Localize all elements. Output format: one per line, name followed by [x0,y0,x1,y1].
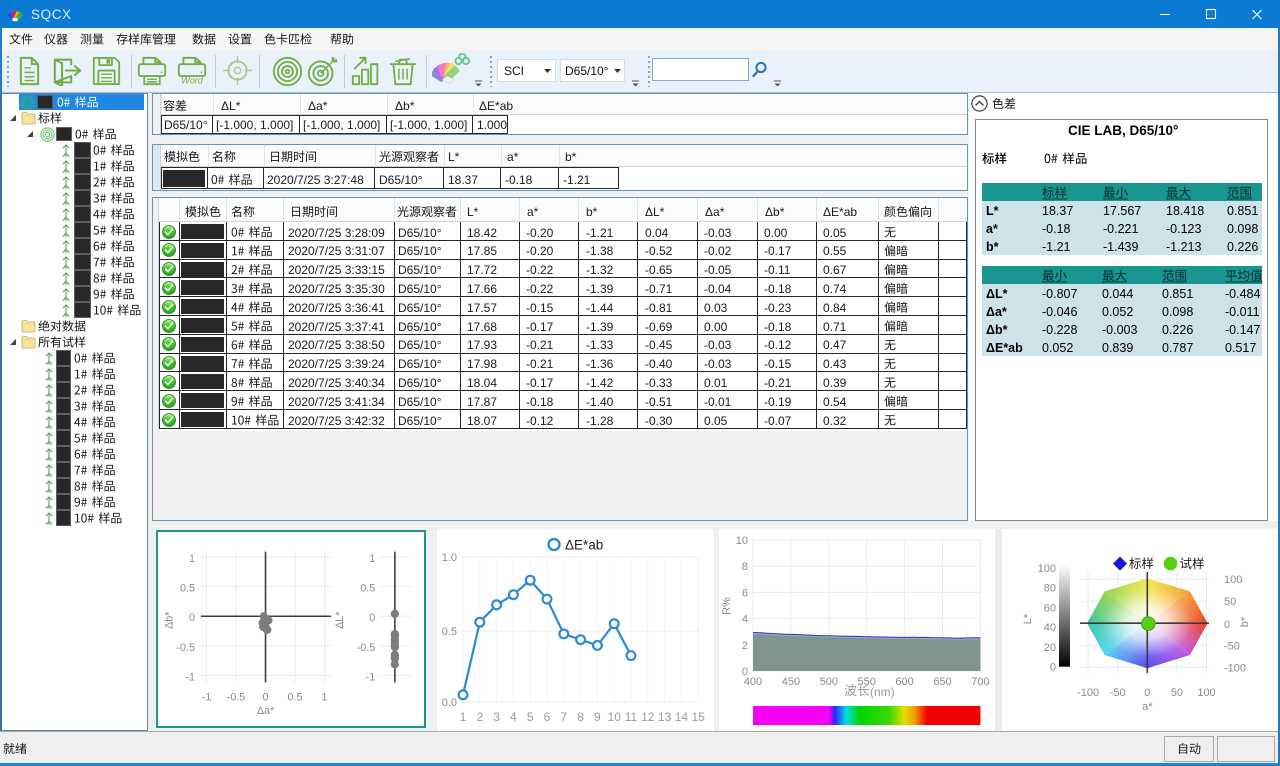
svg-text:6: 6 [742,587,748,599]
svg-text:-50: -50 [1110,687,1126,699]
svg-text:R%: R% [721,597,733,615]
svg-text:40: 40 [1044,622,1056,634]
svg-text:0.5: 0.5 [360,582,375,594]
svg-text:0: 0 [1144,687,1150,699]
svg-text:-50: -50 [1224,641,1240,653]
svg-text:-0.5: -0.5 [176,642,195,654]
svg-text:0.5: 0.5 [442,626,457,638]
svg-text:0.5: 0.5 [288,692,303,704]
svg-text:1: 1 [322,692,328,704]
svg-text:0: 0 [1050,662,1056,674]
svg-text:5: 5 [527,710,534,724]
svg-text:8: 8 [577,710,584,724]
svg-text:4: 4 [510,710,517,724]
svg-text:50: 50 [1171,687,1183,699]
svg-text:-1: -1 [366,671,376,683]
svg-text:14: 14 [675,710,689,724]
svg-text:-0.5: -0.5 [227,692,246,704]
svg-text:4: 4 [742,614,748,626]
svg-text:9: 9 [594,710,601,724]
svg-text:0.5: 0.5 [180,582,195,594]
svg-text:-1: -1 [202,692,212,704]
svg-text:80: 80 [1044,583,1056,595]
svg-text:ΔL*: ΔL* [334,611,346,629]
svg-text:2: 2 [742,640,748,652]
svg-text:20: 20 [1044,642,1056,654]
svg-text:-0.5: -0.5 [357,642,376,654]
svg-text:1: 1 [369,553,375,565]
svg-text:700: 700 [971,676,989,688]
svg-text:a*: a* [1142,701,1153,713]
svg-text:450: 450 [782,676,800,688]
svg-text:10: 10 [736,535,748,547]
svg-text:0: 0 [1224,619,1230,631]
svg-text:12: 12 [641,710,655,724]
svg-text:11: 11 [625,710,638,724]
svg-text:-100: -100 [1224,662,1246,674]
svg-text:Δa*: Δa* [257,705,275,717]
svg-text:1: 1 [189,553,195,565]
svg-text:7: 7 [560,710,567,724]
svg-text:6: 6 [544,710,551,724]
svg-text:600: 600 [895,676,913,688]
svg-text:100: 100 [1224,574,1242,586]
svg-text:Δb*: Δb* [163,611,175,629]
svg-text:8: 8 [742,561,748,573]
svg-text:2: 2 [476,710,483,724]
svg-text:500: 500 [820,676,838,688]
svg-text:ΔE*ab: ΔE*ab [565,538,603,553]
svg-text:1.0: 1.0 [442,552,457,564]
svg-text:-1: -1 [185,671,195,683]
svg-text:0: 0 [189,612,195,624]
svg-text:13: 13 [658,710,672,724]
svg-text:100: 100 [1197,687,1215,699]
svg-text:L*: L* [1022,613,1034,624]
svg-text:100: 100 [1038,563,1056,575]
svg-text:10: 10 [608,710,622,724]
svg-text:650: 650 [933,676,951,688]
svg-text:-100: -100 [1077,687,1099,699]
svg-text:3: 3 [493,710,500,724]
svg-text:0: 0 [263,692,269,704]
svg-text:60: 60 [1044,602,1056,614]
svg-text:b*: b* [1239,616,1251,627]
svg-text:0: 0 [369,612,375,624]
svg-text:Word: Word [181,75,204,85]
svg-text:400: 400 [744,676,762,688]
svg-text:0.0: 0.0 [442,697,457,709]
svg-text:15: 15 [692,710,706,724]
svg-text:1: 1 [460,710,467,724]
svg-text:50: 50 [1224,596,1236,608]
